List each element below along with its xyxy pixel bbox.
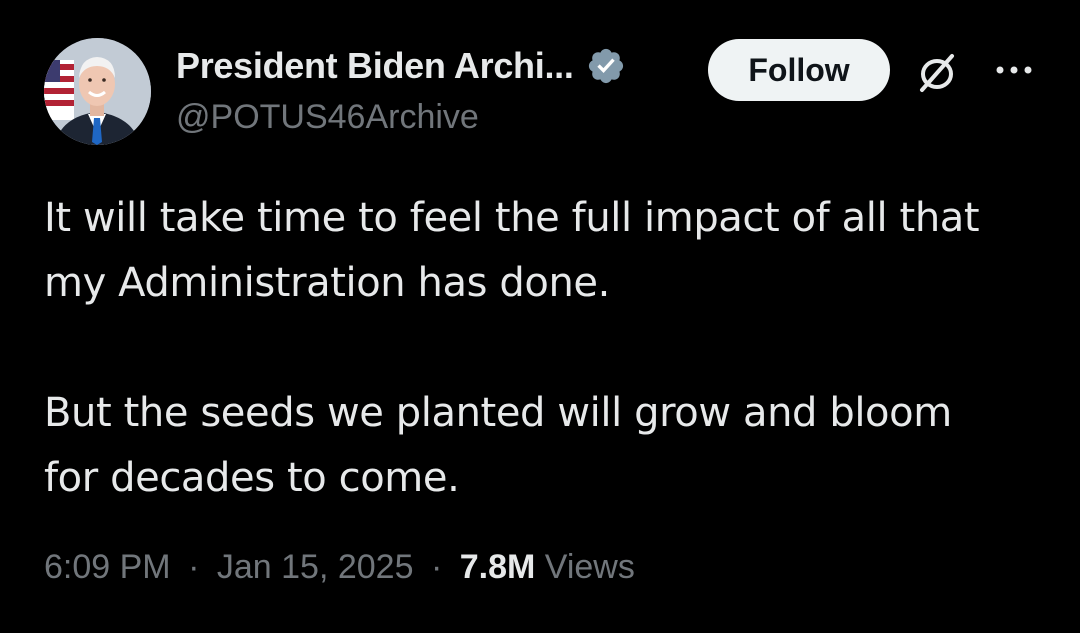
tweet-header: President Biden Archi... @POTUS46Archive…: [44, 38, 1044, 148]
tweet-paragraph: But the seeds we planted will grow and b…: [44, 390, 952, 501]
profile-photo-icon: [44, 38, 151, 145]
tweet-card: President Biden Archi... @POTUS46Archive…: [0, 0, 1080, 633]
meta-separator: ·: [188, 548, 200, 586]
tweet-meta: 6:09 PM · Jan 15, 2025 · 7.8M Views: [44, 548, 635, 587]
views-label: Views: [544, 548, 635, 586]
verified-badge-icon[interactable]: [586, 46, 626, 86]
author-handle[interactable]: @POTUS46Archive: [176, 98, 626, 137]
tweet-date[interactable]: Jan 15, 2025: [217, 548, 414, 586]
author-block: President Biden Archi... @POTUS46Archive: [176, 40, 626, 137]
tweet-text: It will take time to feel the full impac…: [44, 186, 1034, 511]
grok-icon[interactable]: [914, 50, 960, 96]
follow-button[interactable]: Follow: [708, 39, 890, 101]
tweet-time[interactable]: 6:09 PM: [44, 548, 171, 586]
meta-separator: ·: [430, 548, 443, 586]
more-options-icon[interactable]: [994, 60, 1034, 80]
tweet-paragraph: It will take time to feel the full impac…: [44, 195, 980, 306]
avatar[interactable]: [44, 38, 151, 145]
display-name[interactable]: President Biden Archi...: [176, 45, 574, 87]
views-count[interactable]: 7.8M: [460, 548, 536, 586]
name-row: President Biden Archi...: [176, 40, 626, 92]
